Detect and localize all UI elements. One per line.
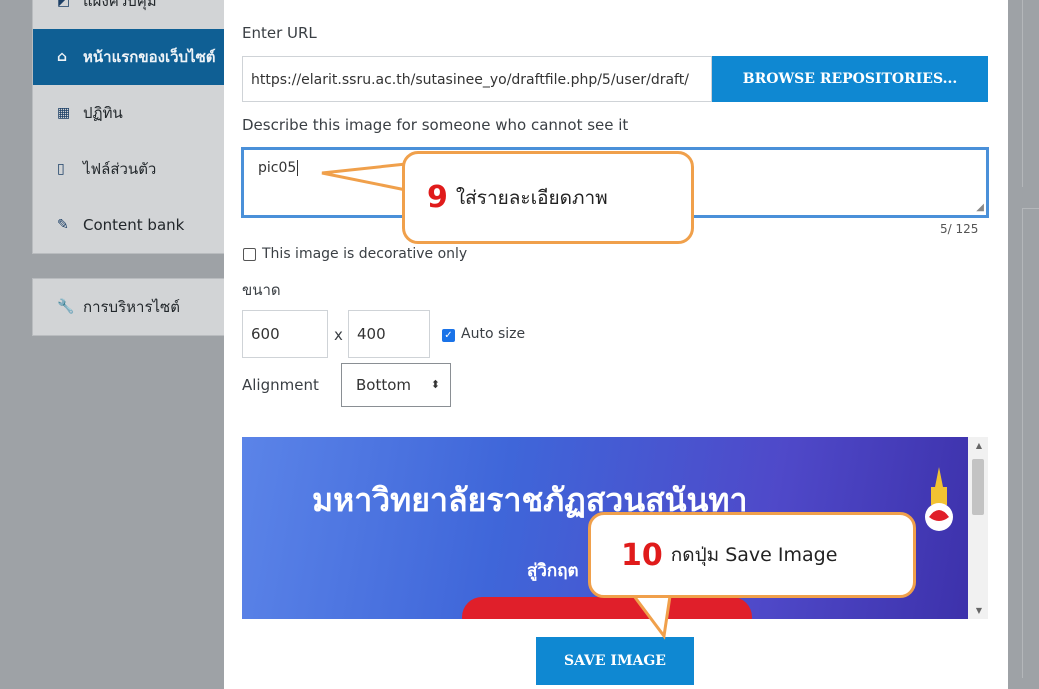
nav-item-label: หน้าแรกของเว็บไซต์ <box>83 48 216 66</box>
step-10-callout: 10 กดปุ่ม Save Image <box>588 512 916 598</box>
scrollbar-thumb[interactable] <box>972 459 984 515</box>
nav-item-site-home[interactable]: ⌂ หน้าแรกของเว็บไซต์ <box>33 29 225 85</box>
auto-size-checkbox[interactable]: ✓ <box>442 329 455 342</box>
size-label: ขนาด <box>242 281 281 299</box>
step-number: 10 <box>621 537 663 573</box>
paintbrush-icon: ✎ <box>57 217 69 233</box>
nav-item-label: Content bank <box>83 216 185 234</box>
university-crest-icon <box>925 467 953 531</box>
left-nav-group-admin: 🔧 การบริหารไซต์ <box>32 278 226 336</box>
save-image-button[interactable]: SAVE IMAGE <box>536 637 694 685</box>
home-icon: ⌂ <box>57 49 68 65</box>
step-number: 9 <box>427 180 448 215</box>
nav-item-label: การบริหารไซต์ <box>83 298 180 316</box>
auto-size-label: Auto size <box>461 326 526 342</box>
callout-tail <box>630 594 676 640</box>
wrench-icon: 🔧 <box>57 299 75 315</box>
nav-item-label: แผงควบคุม <box>83 0 157 10</box>
alignment-select[interactable]: Bottom ⬍ <box>341 363 451 407</box>
preview-scrollbar[interactable]: ▲ ▼ <box>968 437 988 619</box>
preview-subtitle: สู่วิกฤต <box>527 561 579 581</box>
select-arrows-icon: ⬍ <box>430 378 440 391</box>
nav-item-site-admin[interactable]: 🔧 การบริหารไซต์ <box>33 279 225 335</box>
nav-item-label: ปฏิทิน <box>83 104 123 122</box>
alt-text-value: pic05 <box>258 160 297 176</box>
alignment-label: Alignment <box>242 376 319 394</box>
character-counter: 5/ 125 <box>940 222 979 236</box>
url-input[interactable]: https://elarit.ssru.ac.th/sutasinee_yo/d… <box>242 56 712 102</box>
nav-item-private-files[interactable]: ▯ ไฟล์ส่วนตัว <box>33 141 225 197</box>
resize-grip-icon[interactable]: ◢ <box>976 202 984 213</box>
step-text: กดปุ่ม Save Image <box>670 544 838 566</box>
right-panel-border <box>1022 208 1039 209</box>
decorative-label: This image is decorative only <box>262 246 468 262</box>
scroll-up-icon[interactable]: ▲ <box>976 441 982 450</box>
enter-url-label: Enter URL <box>242 24 317 42</box>
right-panel-border <box>1022 0 1023 187</box>
callout-tail <box>321 160 410 194</box>
nav-item-label: ไฟล์ส่วนตัว <box>83 160 157 178</box>
height-input[interactable]: 400 <box>348 310 430 358</box>
alt-text-label: Describe this image for someone who cann… <box>242 116 629 134</box>
nav-item-calendar[interactable]: ▦ ปฏิทิน <box>33 85 225 141</box>
right-panel-border <box>1022 208 1023 678</box>
width-input[interactable]: 600 <box>242 310 328 358</box>
step-9-callout: 9 ใส่รายละเอียดภาพ <box>402 151 694 244</box>
browse-repositories-button[interactable]: BROWSE REPOSITORIES... <box>712 56 988 102</box>
calendar-icon: ▦ <box>57 105 71 121</box>
text-cursor: ​ <box>297 160 299 176</box>
decorative-checkbox[interactable] <box>243 248 256 261</box>
file-icon: ▯ <box>57 161 65 177</box>
step-text: ใส่รายละเอียดภาพ <box>455 186 608 209</box>
scroll-down-icon[interactable]: ▼ <box>976 606 982 615</box>
dashboard-icon: ◩ <box>57 0 71 9</box>
nav-item-content-bank[interactable]: ✎ Content bank <box>33 197 225 253</box>
nav-item-dashboard[interactable]: ◩ แผงควบคุม <box>33 0 225 29</box>
size-separator: x <box>334 326 343 344</box>
alignment-value: Bottom <box>356 376 412 394</box>
left-nav-group-top: ◩ แผงควบคุม ⌂ หน้าแรกของเว็บไซต์ ▦ ปฏิทิ… <box>32 0 226 254</box>
